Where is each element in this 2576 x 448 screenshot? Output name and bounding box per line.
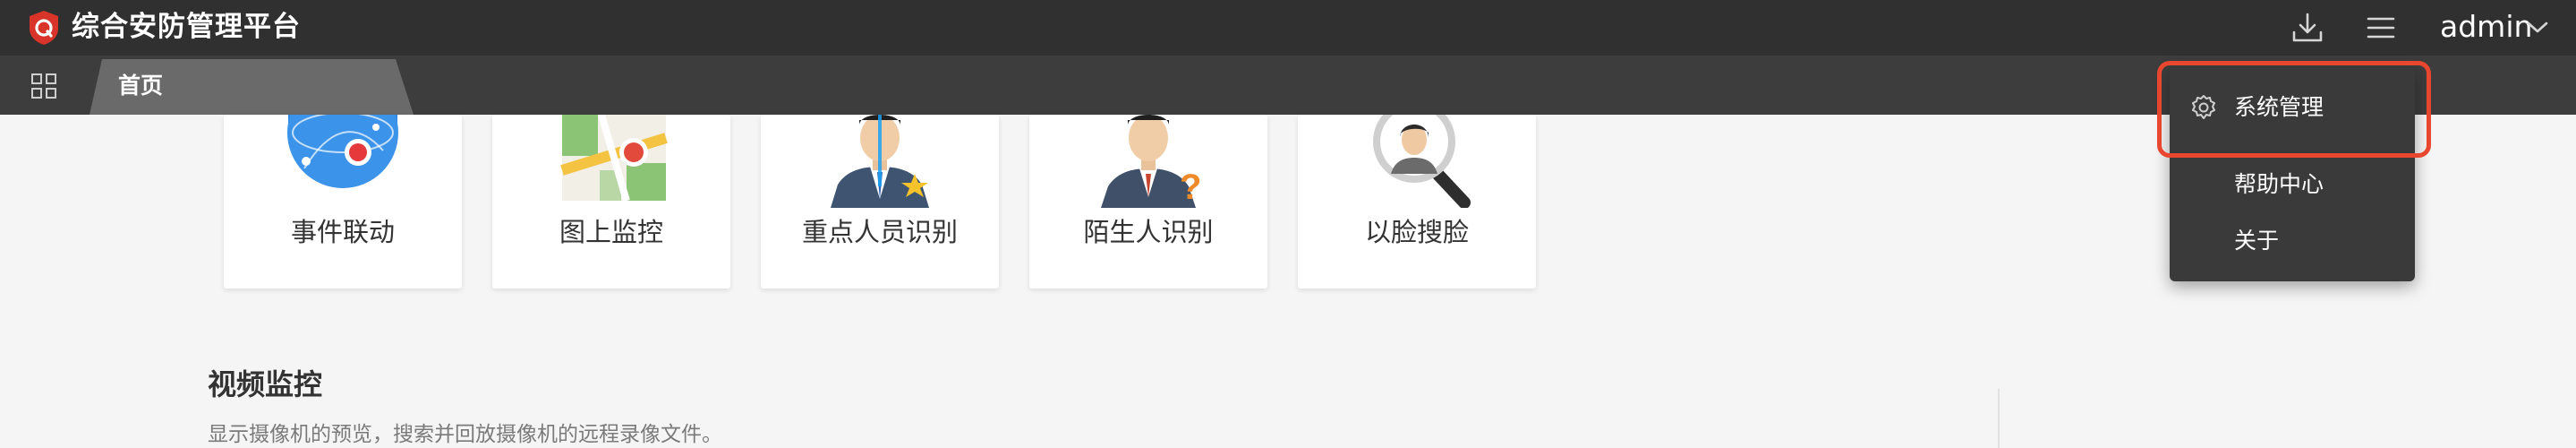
menu-item-label: 帮助中心 <box>2234 171 2324 197</box>
event-linkage-icon <box>287 115 398 188</box>
menu-icon[interactable] <box>2364 11 2398 45</box>
download-icon[interactable] <box>2290 11 2324 45</box>
feature-label: 以脸搜脸 <box>1364 217 1469 247</box>
gear-icon <box>2192 95 2215 119</box>
section-description: 显示摄像机的预览，搜索并回放摄像机的远程录像文件。 <box>208 423 722 446</box>
feature-card-stranger[interactable]: ? 陌生人识别 <box>1029 115 1267 289</box>
stranger-recognition-icon: ? <box>1101 115 1201 208</box>
menu-item-label: 系统管理 <box>2234 94 2324 120</box>
key-person-recognition-icon <box>831 115 929 208</box>
svg-text:?: ? <box>1180 168 1201 207</box>
feature-label: 陌生人识别 <box>1083 217 1214 247</box>
apps-grid-icon[interactable] <box>30 73 57 99</box>
feature-card-event-linkage[interactable]: 事件联动 <box>224 115 462 289</box>
feature-label: 图上监控 <box>559 217 663 247</box>
chevron-down-icon[interactable] <box>2526 18 2549 36</box>
feature-label: 重点人员识别 <box>801 217 958 247</box>
feature-card-map-monitoring[interactable]: 图上监控 <box>492 115 730 289</box>
app-logo-icon <box>30 11 58 45</box>
feature-card-key-person[interactable]: 重点人员识别 <box>761 115 999 289</box>
menu-item-help-center[interactable]: 帮助中心 <box>2170 161 2415 208</box>
menu-item-label: 关于 <box>2234 228 2280 254</box>
menu-item-about[interactable]: 关于 <box>2170 218 2415 264</box>
user-name[interactable]: admin <box>2440 5 2532 48</box>
tab-home-label: 首页 <box>118 73 164 99</box>
app-title: 综合安防管理平台 <box>72 11 301 43</box>
map-monitoring-icon <box>560 115 668 202</box>
section-divider <box>1998 389 2000 448</box>
section-title: 视频监控 <box>208 367 323 401</box>
feature-label: 事件联动 <box>290 217 395 247</box>
menu-item-system-management[interactable]: 系统管理 <box>2170 84 2415 131</box>
face-search-icon <box>1373 115 1471 208</box>
top-bar <box>0 0 2576 56</box>
feature-card-face-search[interactable]: 以脸搜脸 <box>1298 115 1536 289</box>
